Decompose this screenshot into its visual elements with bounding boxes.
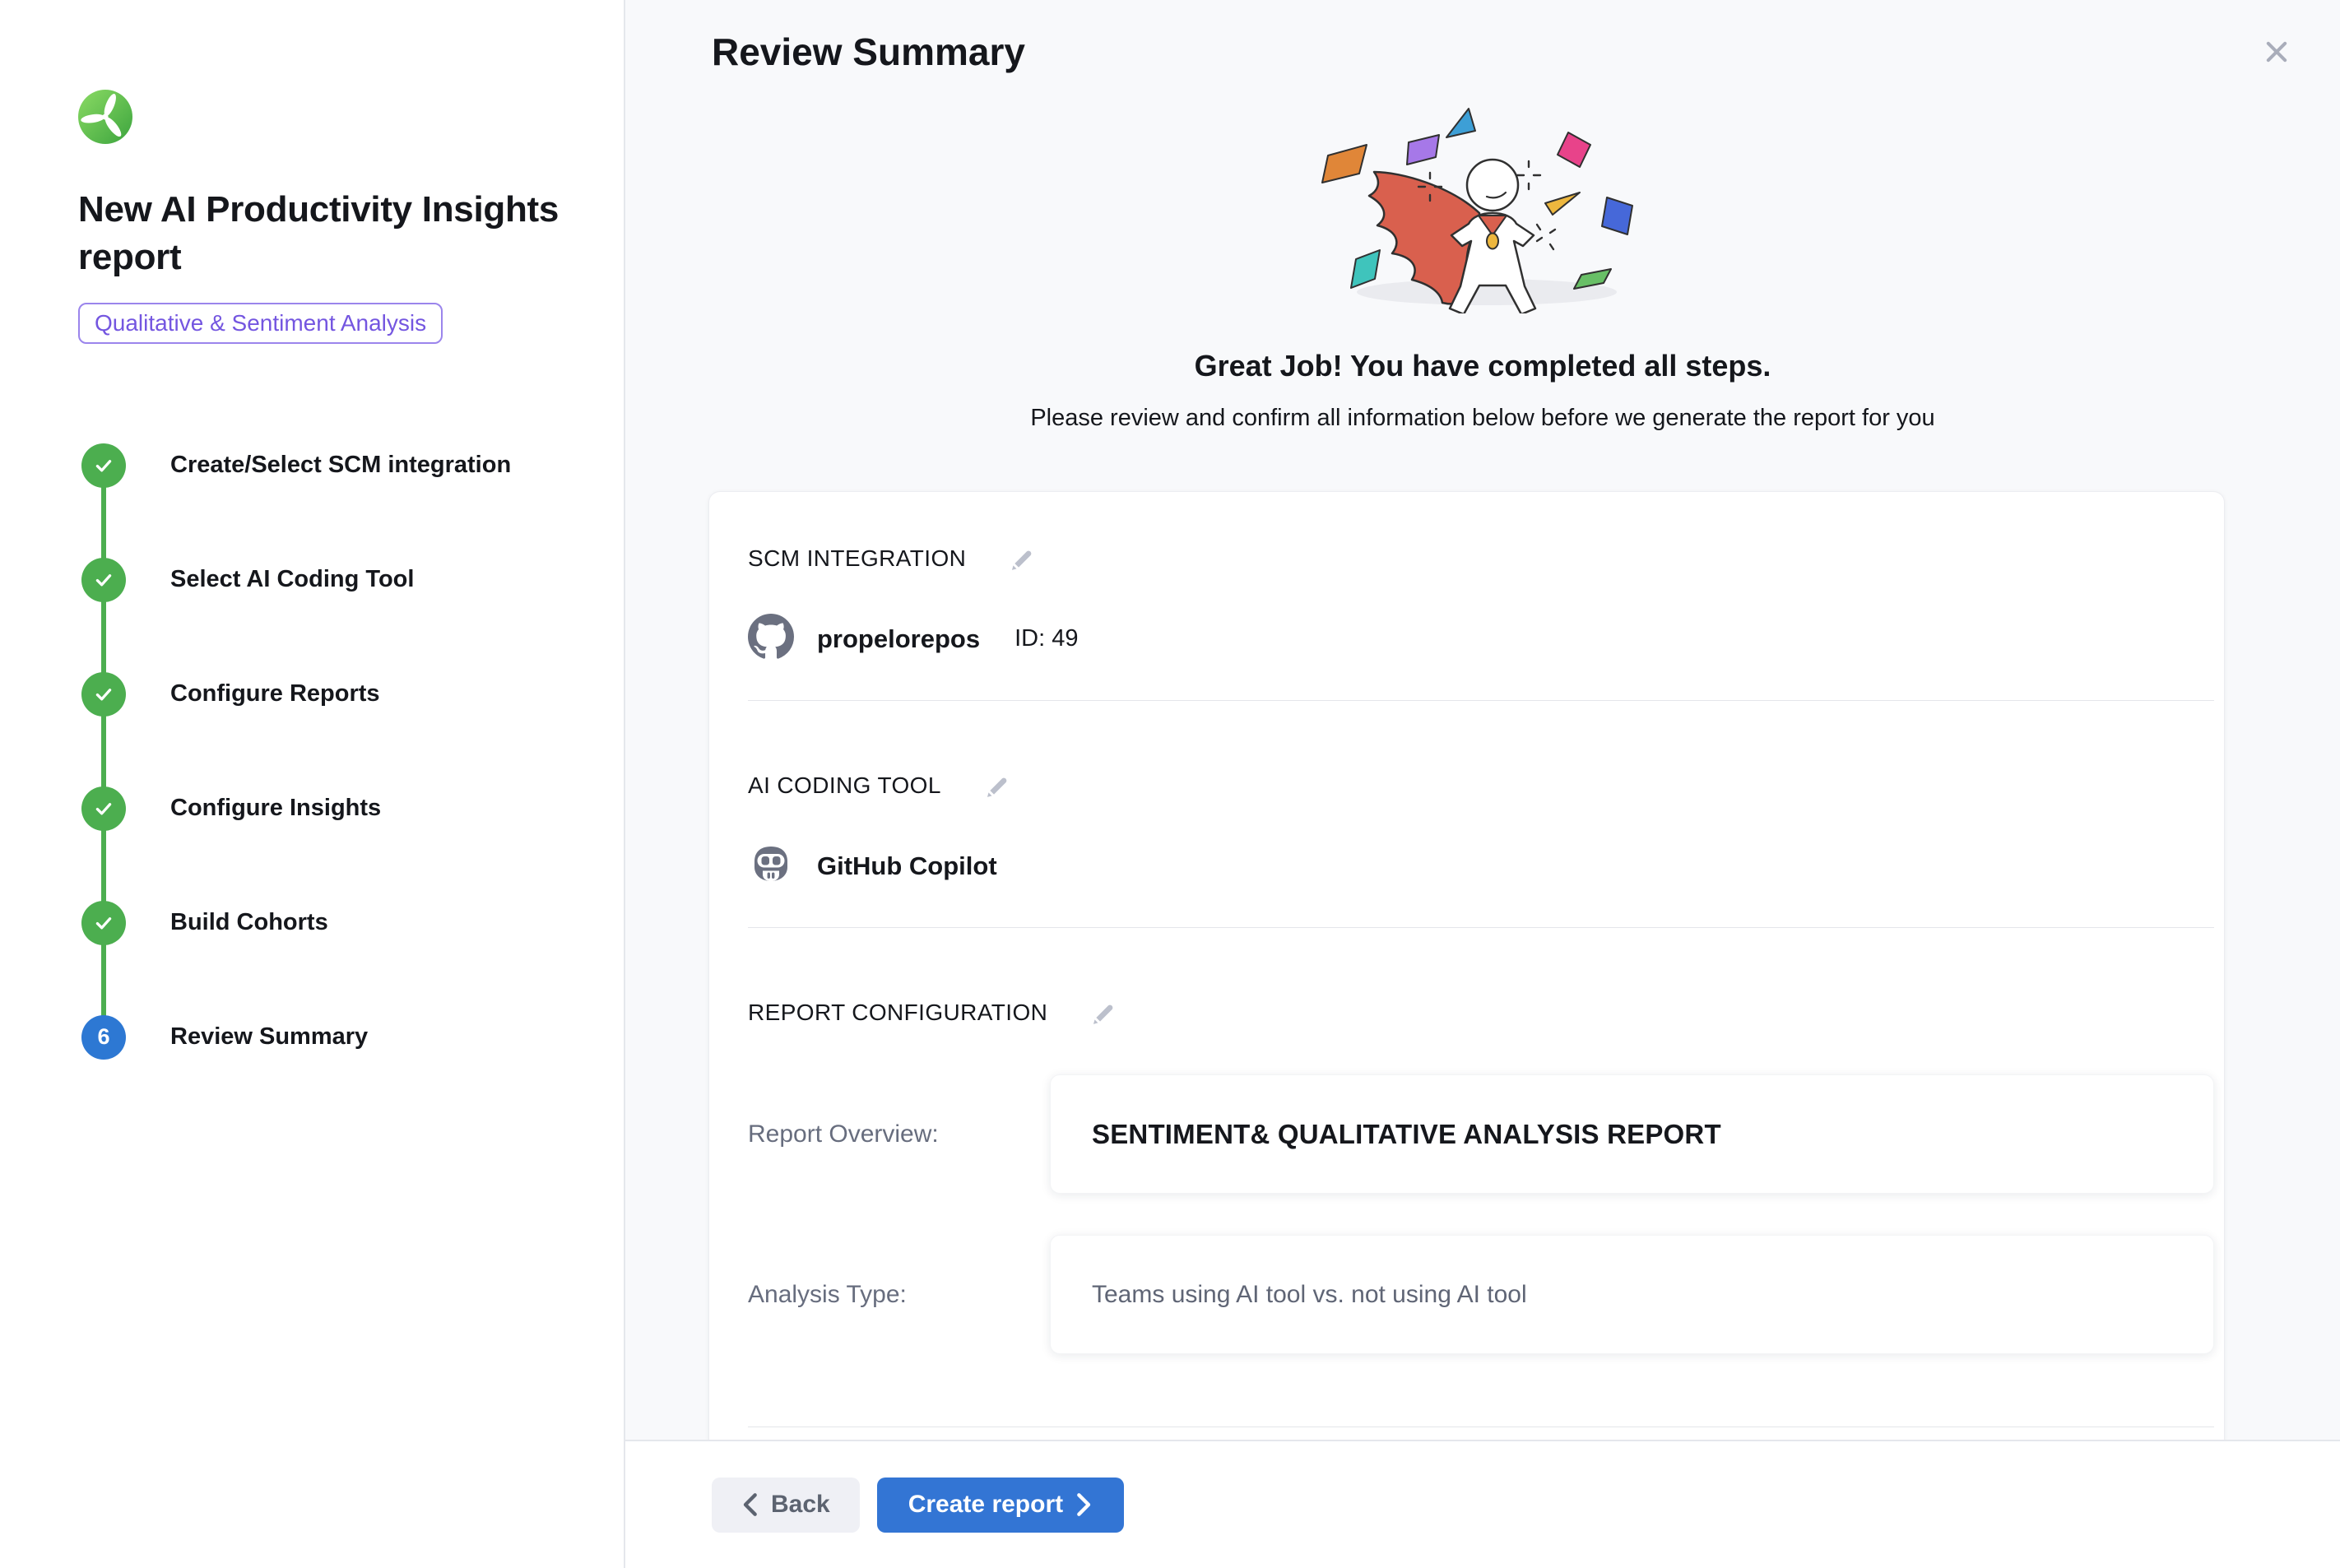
report-overview-label: Report Overview: (748, 1120, 1050, 1148)
github-icon (748, 614, 794, 664)
step-item-5[interactable]: Build Cohorts (81, 865, 578, 980)
hero-subheading: Please review and confirm all informatio… (625, 405, 2340, 432)
report-overview-row: Report Overview: SENTIMENT& QUALITATIVE … (748, 1074, 2214, 1194)
check-icon (81, 786, 126, 831)
step-label: Configure Insights (170, 795, 381, 822)
analysis-type-value-box: Teams using AI tool vs. not using AI too… (1050, 1235, 2214, 1354)
step-label: Configure Reports (170, 680, 380, 707)
create-report-button[interactable]: Create report (877, 1478, 1124, 1533)
step-label: Review Summary (170, 1023, 368, 1051)
step-number-badge: 6 (81, 1015, 126, 1060)
app-root: New AI Productivity Insights report Qual… (0, 0, 2340, 1568)
divider (748, 927, 2214, 928)
scm-section-header: SCM INTEGRATION (748, 543, 2214, 574)
pencil-icon[interactable] (1005, 543, 1037, 574)
main-scroll-area: Review Summary (625, 0, 2340, 1440)
scm-integration-row: propelorepos ID: 49 (748, 614, 2214, 664)
step-label: Build Cohorts (170, 909, 328, 936)
back-button[interactable]: Back (712, 1478, 860, 1533)
analysis-type-row: Analysis Type: Teams using AI tool vs. n… (748, 1235, 2214, 1354)
report-config-section-label: REPORT CONFIGURATION (748, 1000, 1047, 1026)
step-item-2[interactable]: Select AI Coding Tool (81, 522, 578, 637)
main-panel: Review Summary (625, 0, 2340, 1568)
summary-card: SCM INTEGRATION propelorepos (708, 491, 2225, 1440)
report-overview-value: SENTIMENT& QUALITATIVE ANALYSIS REPORT (1092, 1119, 1721, 1150)
pencil-icon[interactable] (1087, 997, 1118, 1028)
step-item-3[interactable]: Configure Reports (81, 637, 578, 751)
report-overview-value-box: SENTIMENT& QUALITATIVE ANALYSIS REPORT (1050, 1074, 2214, 1194)
page-title: Review Summary (712, 30, 1025, 74)
wizard-title: New AI Productivity Insights report (78, 186, 572, 281)
step-item-6-current[interactable]: 6 Review Summary (81, 980, 578, 1094)
report-type-badge: Qualitative & Sentiment Analysis (78, 303, 443, 344)
step-label: Select AI Coding Tool (170, 566, 414, 593)
create-report-button-label: Create report (908, 1491, 1063, 1519)
ai-tool-section-header: AI CODING TOOL (748, 770, 2214, 801)
chevron-left-icon (741, 1492, 758, 1517)
main-header: Review Summary (625, 0, 2340, 77)
divider (748, 700, 2214, 701)
step-item-1[interactable]: Create/Select SCM integration (81, 408, 578, 522)
copilot-icon (748, 841, 794, 891)
propeller-pinwheel-icon (78, 90, 132, 144)
check-icon (81, 672, 126, 717)
pencil-icon[interactable] (981, 770, 1012, 801)
scm-section-label: SCM INTEGRATION (748, 545, 966, 572)
close-icon[interactable] (2254, 30, 2299, 77)
check-icon (81, 443, 126, 488)
check-icon (81, 901, 126, 945)
report-config-section-header: REPORT CONFIGURATION (748, 997, 2214, 1028)
chevron-right-icon (1076, 1492, 1093, 1517)
celebration-illustration (1285, 90, 1680, 313)
step-label: Create/Select SCM integration (170, 452, 511, 479)
back-button-label: Back (771, 1491, 830, 1519)
ai-tool-section-label: AI CODING TOOL (748, 772, 941, 799)
ai-tool-row: GitHub Copilot (748, 841, 2214, 891)
scm-integration-id: ID: 49 (1014, 625, 1078, 652)
ai-tool-name: GitHub Copilot (817, 851, 997, 881)
sidebar: New AI Productivity Insights report Qual… (0, 0, 625, 1568)
hero-heading: Great Job! You have completed all steps. (625, 349, 2340, 383)
analysis-type-label: Analysis Type: (748, 1281, 1050, 1309)
scm-integration-name: propelorepos (817, 624, 980, 654)
stepper: Create/Select SCM integration Select AI … (81, 408, 578, 1094)
wizard-footer: Back Create report (625, 1440, 2340, 1568)
analysis-type-value: Teams using AI tool vs. not using AI too… (1092, 1281, 1527, 1309)
step-item-4[interactable]: Configure Insights (81, 751, 578, 865)
check-icon (81, 558, 126, 602)
hero-section: Great Job! You have completed all steps.… (625, 90, 2340, 432)
